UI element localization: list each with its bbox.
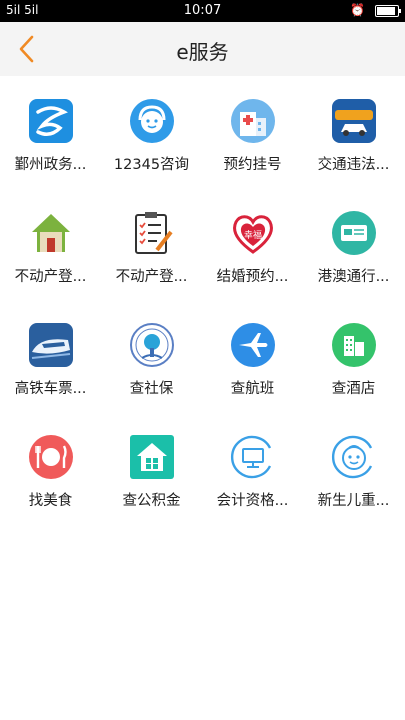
service-label: 交通违法...: [317, 157, 390, 173]
house-icon: [32, 214, 70, 252]
service-item-real-estate-1[interactable]: 不动产登...: [0, 188, 101, 300]
service-item-food[interactable]: 找美食: [0, 412, 101, 524]
svg-text:幸福: 幸福: [244, 229, 262, 241]
service-label: 12345咨询: [113, 157, 190, 173]
baby-face-icon: [332, 435, 373, 479]
service-label: 鄞州政务...: [14, 157, 87, 173]
service-item-yinzhou-gov[interactable]: 鄞州政务...: [0, 76, 101, 188]
hospital-icon: [231, 99, 275, 143]
service-label: 高铁车票...: [14, 381, 87, 397]
service-item-social-security[interactable]: 查社保: [101, 300, 202, 412]
service-item-real-estate-2[interactable]: 不动产登...: [101, 188, 202, 300]
page-title: e服务: [176, 40, 229, 64]
service-item-12345[interactable]: 12345咨询: [101, 76, 202, 188]
service-label: 查公积金: [122, 493, 181, 509]
service-label: 新生儿重...: [317, 493, 390, 509]
provident-fund-house-icon: [130, 435, 174, 479]
service-item-flight[interactable]: 查航班: [202, 300, 303, 412]
pass-card-icon: [332, 211, 376, 255]
service-grid: 鄞州政务... 12345咨询 预约挂号 交通违法... 不动产登... 不动产…: [0, 76, 405, 524]
service-item-marriage[interactable]: 幸福 结婚预约...: [202, 188, 303, 300]
service-item-accounting[interactable]: 会计资格...: [202, 412, 303, 524]
service-label: 结婚预约...: [216, 269, 289, 285]
car-violation-query-icon: [332, 99, 376, 143]
service-label: 港澳通行...: [317, 269, 390, 285]
clock: 10:07: [183, 3, 222, 18]
service-item-train-ticket[interactable]: 高铁车票...: [0, 300, 101, 412]
service-label: 查社保: [129, 381, 174, 397]
service-label: 查酒店: [331, 381, 376, 397]
headset-support-icon: [130, 99, 174, 143]
heart-happiness-icon: 幸福: [233, 215, 273, 254]
clipboard-checklist-icon: [135, 212, 173, 254]
city-logo-icon: [29, 99, 73, 143]
service-item-provident-fund[interactable]: 查公积金: [101, 412, 202, 524]
service-label: 预约挂号: [223, 157, 282, 173]
service-item-appointment[interactable]: 预约挂号: [202, 76, 303, 188]
nav-bar: e服务: [0, 22, 405, 76]
service-item-hotel[interactable]: 查酒店: [303, 300, 404, 412]
alarm-icon: ⏰: [350, 3, 366, 17]
service-item-newborn[interactable]: 新生儿重...: [303, 412, 404, 524]
status-right: ⏰: [350, 3, 401, 17]
service-item-hk-macau-pass[interactable]: 港澳通行...: [303, 188, 404, 300]
service-label: 会计资格...: [216, 493, 289, 509]
plate-fork-knife-icon: [29, 435, 73, 479]
service-item-traffic-violation[interactable]: 交通违法...: [303, 76, 404, 188]
service-label: 不动产登...: [115, 269, 188, 285]
high-speed-train-icon: [29, 323, 73, 367]
status-bar: 5il 5il 10:07 ⏰: [0, 0, 405, 22]
monitor-icon: [231, 435, 272, 479]
airplane-icon: [231, 323, 275, 367]
service-label: 找美食: [28, 493, 73, 509]
hotel-building-icon: [332, 323, 376, 367]
service-label: 不动产登...: [14, 269, 87, 285]
social-security-seal-icon: [130, 323, 174, 367]
battery-icon: [375, 4, 401, 17]
service-label: 查航班: [230, 381, 275, 397]
